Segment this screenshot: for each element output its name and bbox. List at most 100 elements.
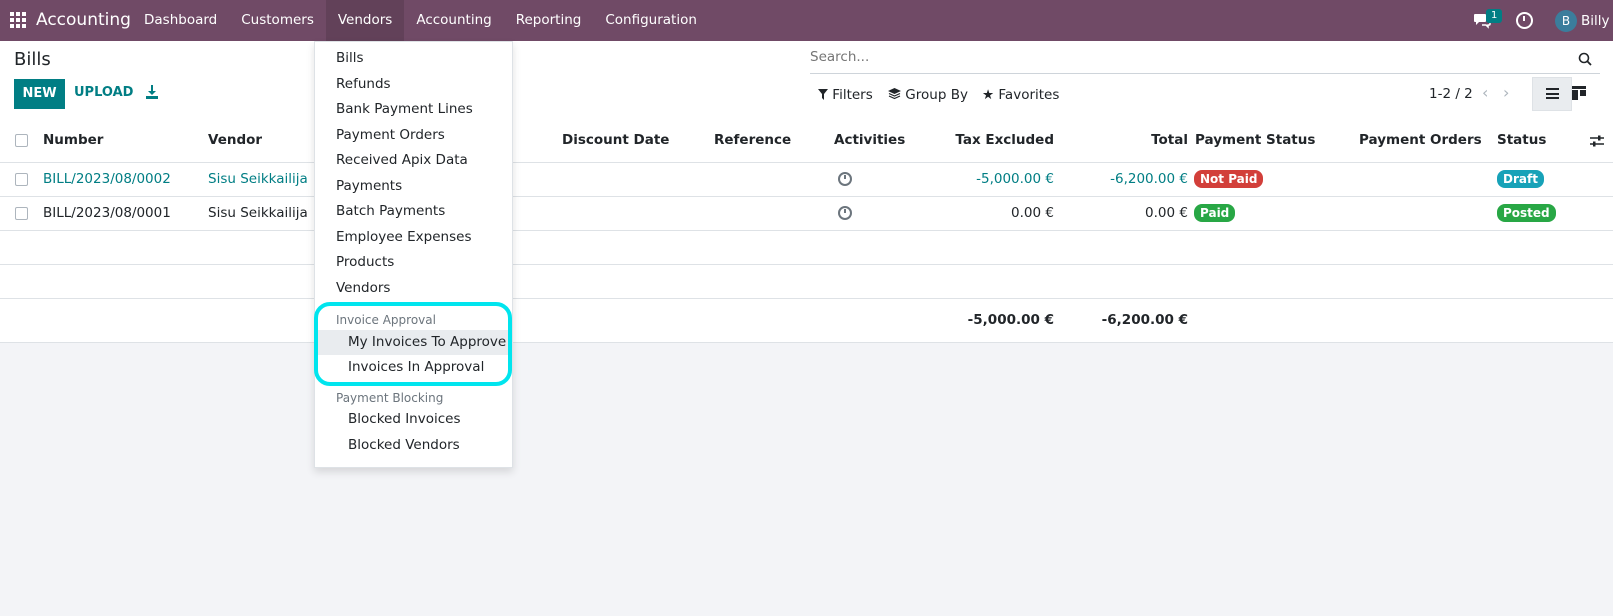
total: 0.00 € [1145,205,1188,221]
row-checkbox[interactable] [15,173,28,186]
favorites-button[interactable]: ★ Favorites [982,87,1059,103]
menu-reporting[interactable]: Reporting [504,0,594,41]
status-badge: Draft [1497,163,1544,196]
menu-vendors[interactable]: Vendors [325,0,405,41]
chevron-right-icon[interactable]: › [1503,83,1509,102]
pager-value[interactable]: 1-2 / 2 [1429,86,1473,102]
upload-button[interactable]: UPLOAD [74,85,133,100]
col-discount-date[interactable]: Discount Date [562,119,669,162]
main-menu: Dashboard Customers Vendors Accounting R… [132,0,709,41]
vendor-name[interactable]: Sisu Seikkailija [208,163,308,196]
menu-dashboard[interactable]: Dashboard [132,0,229,41]
bill-number[interactable]: BILL/2023/08/0002 [43,163,171,196]
menu-item-payment-orders[interactable]: Payment Orders [315,123,512,148]
section-header-payment-blocking: Payment Blocking [336,391,444,405]
menu-accounting[interactable]: Accounting [404,0,503,41]
chat-count-badge: 1 [1486,9,1503,23]
menu-item-payments[interactable]: Payments [315,174,512,199]
kanban-view-icon[interactable] [1572,86,1586,100]
col-total[interactable]: Total [1060,119,1188,162]
filters-button[interactable]: Filters [818,87,873,103]
menu-item-label: Vendors [336,280,391,296]
total: -6,200.00 € [1110,171,1188,187]
menu-item-blocked-vendors[interactable]: Blocked Vendors [315,433,512,458]
star-icon: ★ [982,87,995,103]
menu-item-received-apix-data[interactable]: Received Apix Data [315,148,512,173]
bill-number[interactable]: BILL/2023/08/0001 [43,197,171,230]
avatar[interactable]: B [1555,10,1577,32]
menu-configuration[interactable]: Configuration [593,0,709,41]
search-icon[interactable] [1578,52,1592,66]
filters-label: Filters [832,87,873,103]
bills-table: Number Vendor Discount Date Reference Ac… [0,119,1613,343]
apps-menu-icon[interactable] [10,12,26,28]
menu-item-label: Payment Orders [336,127,445,143]
payment-status-badge: Not Paid [1194,163,1264,196]
activity-clock-icon[interactable] [838,197,852,230]
top-navbar: Accounting Dashboard Customers Vendors A… [0,0,1613,41]
page-title: Bills [14,49,51,70]
menu-customers[interactable]: Customers [229,0,326,41]
menu-item-label: Refunds [336,76,391,92]
menu-item-bank-payment-lines[interactable]: Bank Payment Lines [315,97,512,122]
chevron-left-icon[interactable]: ‹ [1482,83,1488,102]
menu-item-products[interactable]: Products [315,250,512,275]
tax-excluded: 0.00 € [1011,205,1054,221]
vendor-name[interactable]: Sisu Seikkailija [208,197,308,230]
col-payment-status[interactable]: Payment Status [1195,119,1315,162]
username[interactable]: Billy [1581,13,1610,29]
menu-item-vendors[interactable]: Vendors [315,276,512,301]
search-input[interactable] [810,49,1510,65]
activity-clock-icon[interactable] [1516,12,1533,29]
menu-item-employee-expenses[interactable]: Employee Expenses [315,225,512,250]
empty-row [0,265,1613,299]
col-reference[interactable]: Reference [714,119,791,162]
group-by-button[interactable]: Group By [888,87,968,103]
group-by-label: Group By [905,87,968,103]
status-badge: Posted [1497,197,1556,230]
sum-tax-excluded: -5,000.00 € [967,312,1054,328]
annotation-highlight-box [314,302,512,386]
payment-status-badge: Paid [1194,197,1236,230]
menu-item-refunds[interactable]: Refunds [315,72,512,97]
new-button[interactable]: NEW [14,79,65,109]
row-checkbox[interactable] [15,207,28,220]
app-brand[interactable]: Accounting [36,10,131,30]
not-paid-badge: Not Paid [1194,170,1264,188]
menu-item-label: Blocked Vendors [348,437,460,453]
draft-badge: Draft [1497,170,1544,188]
favorites-label: Favorites [998,87,1060,103]
menu-item-label: Bank Payment Lines [336,101,473,117]
menu-item-blocked-invoices[interactable]: Blocked Invoices [315,407,512,432]
search-bar [810,47,1600,74]
control-panel: Bills NEW UPLOAD Filters Group By ★ Favo… [0,41,1613,120]
menu-item-label: Received Apix Data [336,152,468,168]
menu-item-label: Blocked Invoices [348,411,461,427]
optional-columns-icon[interactable] [1590,135,1604,147]
col-status[interactable]: Status [1497,119,1546,162]
tax-excluded: -5,000.00 € [976,171,1054,187]
menu-item-label: Employee Expenses [336,229,472,245]
paid-badge: Paid [1194,204,1236,222]
col-activities[interactable]: Activities [834,119,905,162]
vendors-dropdown-menu: Bills Refunds Bank Payment Lines Payment… [314,41,513,468]
col-vendor[interactable]: Vendor [208,119,262,162]
download-icon[interactable] [146,85,158,99]
table-row[interactable]: BILL/2023/08/0001 Sisu Seikkailija 0.00 … [0,197,1613,231]
posted-badge: Posted [1497,204,1556,222]
totals-row: -5,000.00 € -6,200.00 € [0,299,1613,343]
menu-item-label: Payments [336,178,403,194]
activity-clock-icon[interactable] [838,163,852,196]
table-row[interactable]: BILL/2023/08/0002 Sisu Seikkailija -5,00… [0,163,1613,197]
col-payment-orders[interactable]: Payment Orders [1359,119,1482,162]
menu-item-bills[interactable]: Bills [315,46,512,71]
col-number[interactable]: Number [43,119,103,162]
sum-total: -6,200.00 € [1101,312,1188,328]
table-header: Number Vendor Discount Date Reference Ac… [0,119,1613,163]
col-tax-excluded[interactable]: Tax Excluded [900,119,1054,162]
select-all-checkbox[interactable] [15,134,28,147]
empty-row [0,231,1613,265]
list-view-button[interactable] [1532,77,1572,111]
menu-item-batch-payments[interactable]: Batch Payments [315,199,512,224]
menu-item-label: Bills [336,50,364,66]
